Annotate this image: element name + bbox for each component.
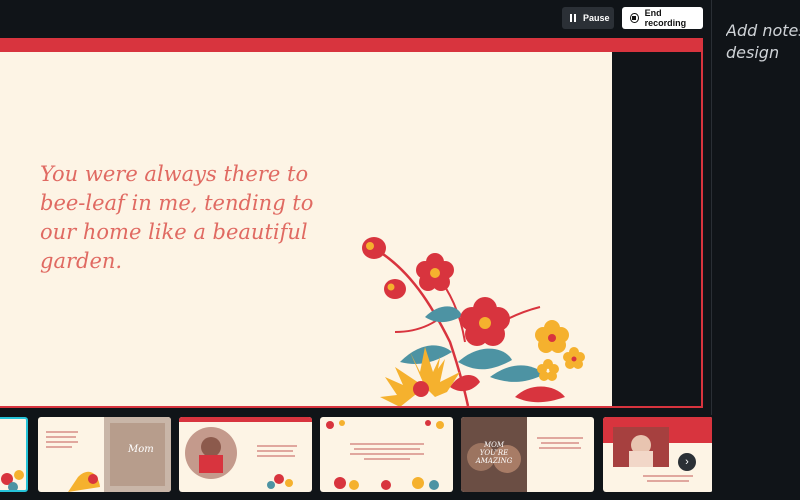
pause-button[interactable]: Pause	[562, 7, 614, 29]
thumbnail-script-text: MOM YOU'RE AMAZING	[475, 441, 513, 465]
chevron-right-icon: ›	[685, 456, 689, 468]
notes-placeholder-line2: design	[726, 43, 780, 62]
slide-thumbnail[interactable]: Mom	[38, 417, 171, 492]
top-toolbar: Pause End recording	[0, 0, 712, 38]
pause-icon	[570, 14, 576, 22]
slide-thumbnail[interactable]	[320, 417, 453, 492]
stop-record-icon	[630, 13, 639, 23]
thumbnail-art	[603, 417, 712, 482]
slide-thumbnail[interactable]: MOM YOU'RE AMAZING	[461, 417, 594, 492]
pause-label: Pause	[583, 13, 610, 23]
end-recording-button[interactable]: End recording	[622, 7, 703, 29]
slide-selection-frame	[0, 38, 703, 408]
thumbnail-art	[179, 417, 312, 489]
slide-filmstrip: Mom MOM YOU'RE AMAZING ›	[0, 415, 712, 500]
slide-stage: You were always there to bee-leaf in me,…	[0, 38, 703, 408]
thumbnail-art	[326, 420, 444, 490]
thumbnail-script-text: Mom	[128, 444, 154, 455]
slide-thumbnail[interactable]	[603, 417, 712, 492]
end-recording-label: End recording	[644, 8, 687, 28]
notes-placeholder-line1: Add notes	[726, 21, 800, 40]
slide-thumbnail[interactable]	[179, 417, 312, 492]
thumbnail-art	[1, 470, 24, 490]
notes-panel[interactable]: Add notes design	[726, 20, 800, 64]
slide-thumbnail[interactable]	[0, 417, 28, 492]
filmstrip-next-button[interactable]: ›	[678, 453, 696, 471]
